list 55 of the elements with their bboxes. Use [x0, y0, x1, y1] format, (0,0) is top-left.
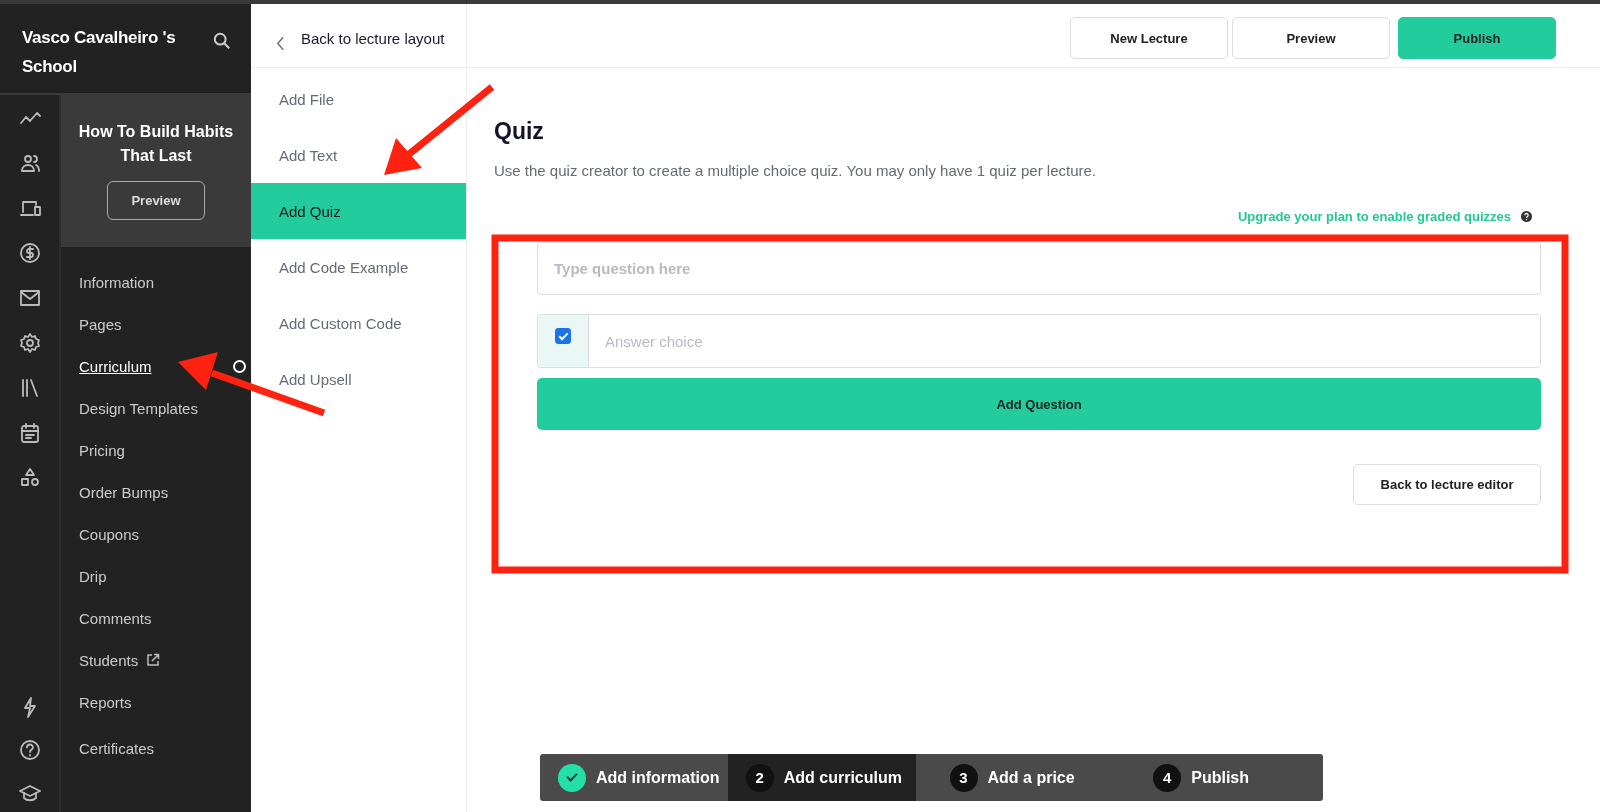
step-label: Add curriculum [783, 768, 902, 787]
school-name: Vasco Cavalheiro 's School [22, 27, 177, 78]
search-icon[interactable] [213, 32, 231, 50]
lecture-menu-item[interactable]: Add File [251, 71, 466, 127]
quiz-title: Quiz [494, 118, 545, 145]
lecture-menu-item[interactable]: Add Quiz [251, 183, 466, 239]
back-to-editor-button[interactable]: Back to lecture editor [1353, 464, 1541, 505]
step[interactable]: 2 Add curriculum [727, 754, 916, 801]
answer-field[interactable]: Answer choice [537, 314, 1541, 368]
correct-checkbox[interactable] [555, 328, 571, 344]
help-icon[interactable] [1521, 211, 1532, 222]
nav-item[interactable]: Pricing [79, 441, 125, 459]
step-number: 3 [949, 763, 978, 792]
nav-item[interactable]: Curriculum [79, 357, 152, 375]
help-circle-icon[interactable] [18, 739, 41, 761]
dollar-icon[interactable] [18, 242, 41, 264]
nav-item[interactable]: Comments [79, 609, 152, 627]
lecture-menu-item[interactable]: Add Text [251, 127, 466, 183]
nav-item[interactable]: Drip [79, 567, 107, 585]
graduation-cap-icon[interactable] [18, 782, 41, 804]
nav-item[interactable]: Information [79, 273, 155, 291]
calendar-icon[interactable] [18, 422, 41, 444]
shapes-icon[interactable] [18, 467, 41, 489]
nav-item[interactable]: Coupons [79, 525, 140, 543]
course-title: How To Build Habits That Last [77, 122, 235, 166]
nav-item[interactable]: Certificates [79, 739, 155, 757]
back-link[interactable]: Back to lecture layout [301, 30, 445, 47]
step[interactable]: 3 Add a price [915, 754, 1120, 801]
step-label: Publish [1191, 768, 1250, 787]
step-number: 4 [1153, 763, 1182, 792]
add-question-button[interactable]: Add Question [537, 378, 1541, 430]
publish-button[interactable]: Publish [1398, 17, 1556, 59]
settings-icon[interactable] [18, 332, 41, 354]
question-field[interactable]: Type question here [537, 242, 1541, 295]
step[interactable]: Add information [540, 754, 728, 801]
step[interactable]: 4 Publish [1119, 754, 1323, 801]
users-icon[interactable] [18, 152, 41, 174]
step-label: Add a price [987, 768, 1075, 787]
checkmark-icon [558, 763, 586, 792]
step-number: 2 [745, 763, 774, 792]
step-label: Add information [596, 768, 720, 787]
quiz-description: Use the quiz creator to create a multiple choice quiz. You may only have 1 quiz per lecture. [494, 162, 1097, 179]
preview-button[interactable]: Preview [107, 181, 205, 220]
nav-item[interactable]: Design Templates [79, 399, 198, 417]
header-button[interactable]: Preview [1232, 17, 1390, 59]
nav-item[interactable]: Reports [79, 693, 132, 711]
nav-item[interactable]: Order Bumps [79, 483, 169, 501]
header-button[interactable]: New Lecture [1070, 17, 1228, 59]
lecture-menu-item[interactable]: Add Custom Code [251, 295, 466, 351]
mail-icon[interactable] [18, 287, 41, 309]
chevron-left-icon[interactable] [276, 36, 285, 51]
lecture-menu-item[interactable]: Add Upsell [251, 351, 466, 407]
nav-item[interactable]: Pages [79, 315, 122, 333]
lecture-menu-item[interactable]: Add Code Example [251, 239, 466, 295]
nav-item[interactable]: Students [79, 651, 139, 669]
